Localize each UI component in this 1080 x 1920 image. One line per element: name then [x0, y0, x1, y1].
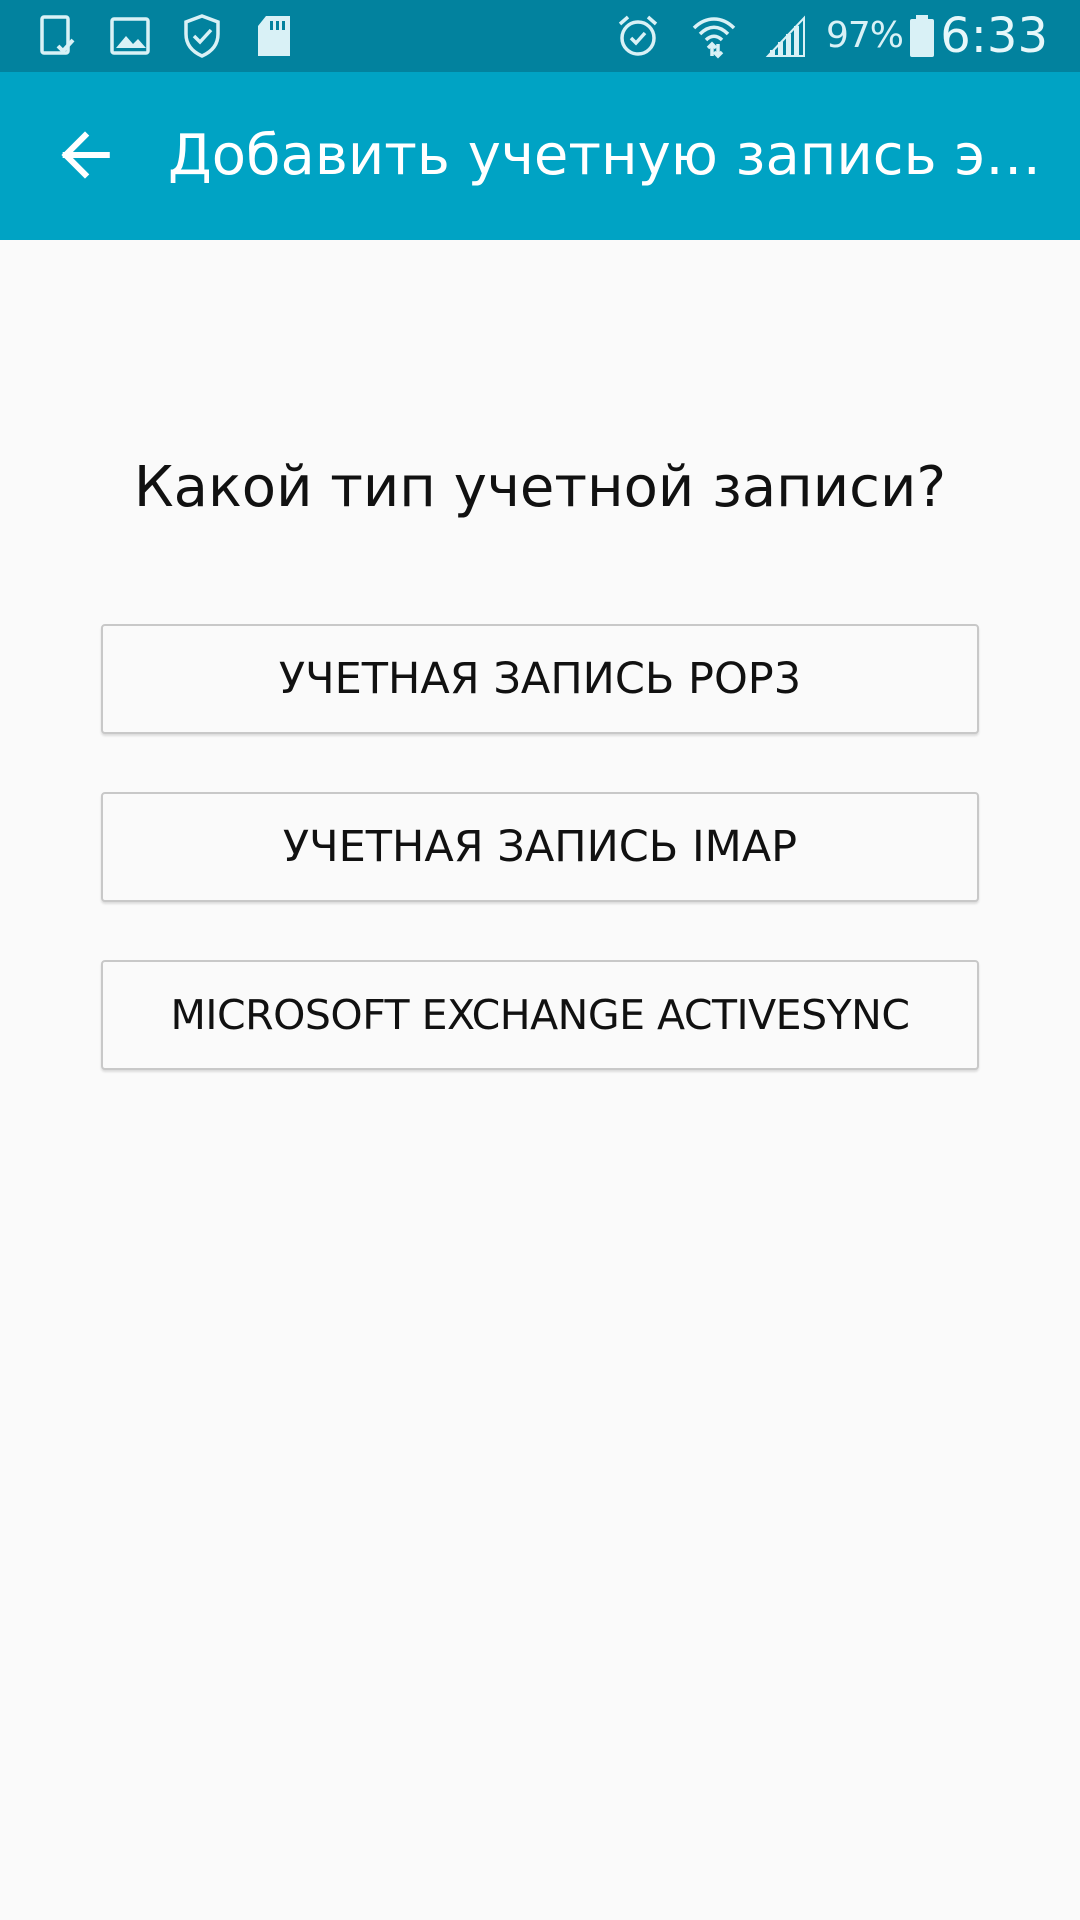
image-icon: [106, 12, 154, 60]
status-bar: 97% 6:33: [0, 0, 1080, 72]
sd-card-icon: [250, 12, 298, 60]
clock: 6:33: [940, 8, 1048, 64]
battery-icon: [898, 12, 946, 60]
arrow-left-icon: [56, 126, 114, 188]
page-title: Добавить учетную запись эл...: [168, 123, 1048, 188]
imap-account-button[interactable]: УЧЕТНАЯ ЗАПИСЬ IMAP: [101, 792, 979, 902]
exchange-activesync-button[interactable]: MICROSOFT EXCHANGE ACTIVESYNC: [101, 960, 979, 1070]
action-bar: Добавить учетную запись эл...: [0, 72, 1080, 240]
battery-percent: 97%: [826, 15, 904, 56]
wifi-icon: [690, 12, 738, 60]
pop3-account-button[interactable]: УЧЕТНАЯ ЗАПИСЬ POP3: [101, 624, 979, 734]
alarm-icon: [614, 12, 662, 60]
signal-icon: [762, 12, 810, 60]
shield-check-icon: [178, 12, 226, 60]
back-button[interactable]: [40, 112, 130, 202]
question-heading: Какой тип учетной записи?: [133, 455, 947, 520]
tablet-check-icon: [34, 12, 82, 60]
